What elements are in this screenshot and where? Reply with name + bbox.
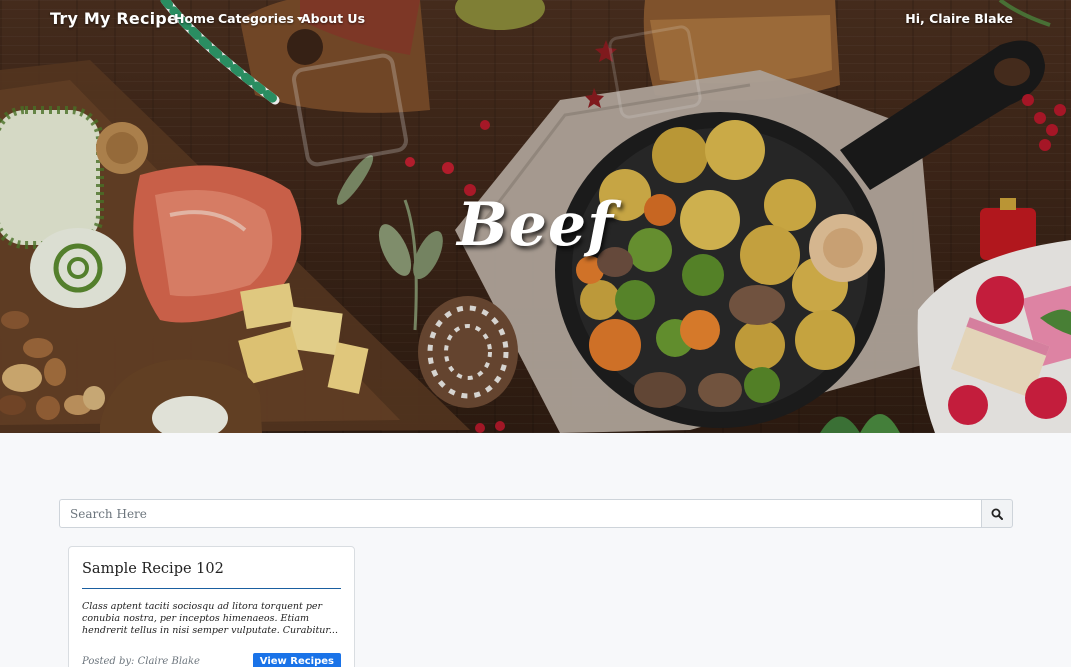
nav-categories-label: Categories [218,11,294,26]
recipe-author: Posted by: Claire Blake [82,656,200,667]
search-bar [59,499,1013,528]
nav-about-link[interactable]: About Us [301,11,365,26]
recipe-description: Class aptent taciti sociosqu ad litora t… [82,601,338,636]
search-input[interactable] [59,499,981,528]
search-icon [991,508,1003,520]
recipe-card: Sample Recipe 102 Class aptent taciti so… [68,546,355,667]
recipe-title: Sample Recipe 102 [82,561,224,577]
nav-categories-dropdown[interactable]: Categories [218,11,303,26]
navbar: Try My Recipe Home Categories About Us H… [0,0,1071,38]
nav-home-link[interactable]: Home [174,11,215,26]
brand-logo[interactable]: Try My Recipe [50,9,178,28]
view-recipes-button[interactable]: View Recipes [252,653,341,667]
card-footer: Posted by: Claire Blake View Recipes [82,653,341,667]
hero-title: Beef [457,190,614,260]
hero-banner: Try My Recipe Home Categories About Us H… [0,0,1071,433]
card-divider [82,588,341,589]
search-button[interactable] [981,499,1013,528]
user-greeting[interactable]: Hi, Claire Blake [905,11,1013,26]
